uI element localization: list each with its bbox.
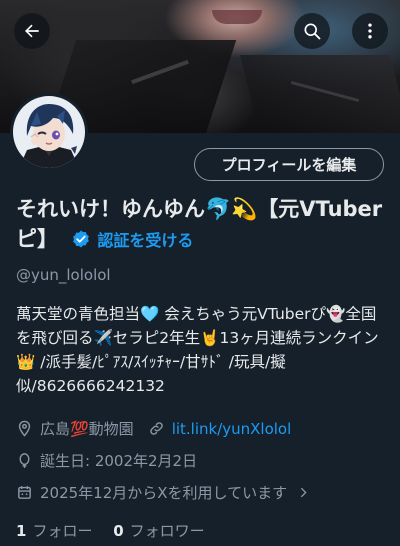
- back-button[interactable]: [14, 13, 50, 49]
- location-text: 広島💯動物園: [40, 420, 134, 438]
- avatar: [13, 96, 85, 168]
- display-name: それいけ！ゆんゆん🐬💫【元VTuberピ】 認証を受ける: [16, 194, 388, 256]
- verified-badge-icon: [73, 230, 90, 248]
- balloon-icon: [19, 453, 30, 468]
- birthday-text: 誕生日: 2002年2月2日: [40, 452, 198, 470]
- location-pin-icon: [18, 420, 31, 437]
- edit-profile-button[interactable]: プロフィールを編集: [194, 148, 384, 181]
- birthday-row: 誕生日: 2002年2月2日: [16, 450, 197, 471]
- more-button[interactable]: [352, 13, 388, 49]
- search-button[interactable]: [294, 13, 330, 49]
- following-count: 1: [16, 522, 27, 540]
- follow-stats: 1 フォロー 0 フォロワー: [16, 520, 205, 541]
- followers-count: 0: [113, 522, 124, 540]
- arrow-left-icon: [25, 24, 39, 38]
- bio-text: 萬天堂の青色担当🩵 会えちゃう元VTuberぴ👻全国を飛び回る✈️セラピ2年生🤘…: [16, 305, 379, 395]
- chevron-right-icon: [300, 487, 307, 498]
- joined-date-row[interactable]: 2025年12月からXを利用しています: [16, 482, 317, 503]
- calendar-icon: [18, 486, 31, 499]
- more-vertical-icon: [368, 23, 372, 39]
- website-link[interactable]: lit.link/yunXlolol: [172, 420, 292, 438]
- search-icon: [304, 23, 321, 40]
- get-verified-link[interactable]: 認証を受ける: [65, 230, 194, 250]
- following-link[interactable]: 1 フォロー: [16, 522, 92, 540]
- user-handle: @yun_lololol: [16, 266, 111, 284]
- link-icon: [149, 422, 163, 435]
- profile-meta-location-link: 広島💯動物園 lit.link/yunXlolol: [16, 418, 291, 439]
- following-label: フォロー: [32, 522, 93, 540]
- joined-text: 2025年12月からXを利用しています: [40, 484, 288, 502]
- followers-link[interactable]: 0 フォロワー: [113, 522, 204, 540]
- followers-label: フォロワー: [129, 522, 205, 540]
- get-verified-label: 認証を受ける: [97, 231, 194, 250]
- profile-avatar[interactable]: [10, 93, 88, 171]
